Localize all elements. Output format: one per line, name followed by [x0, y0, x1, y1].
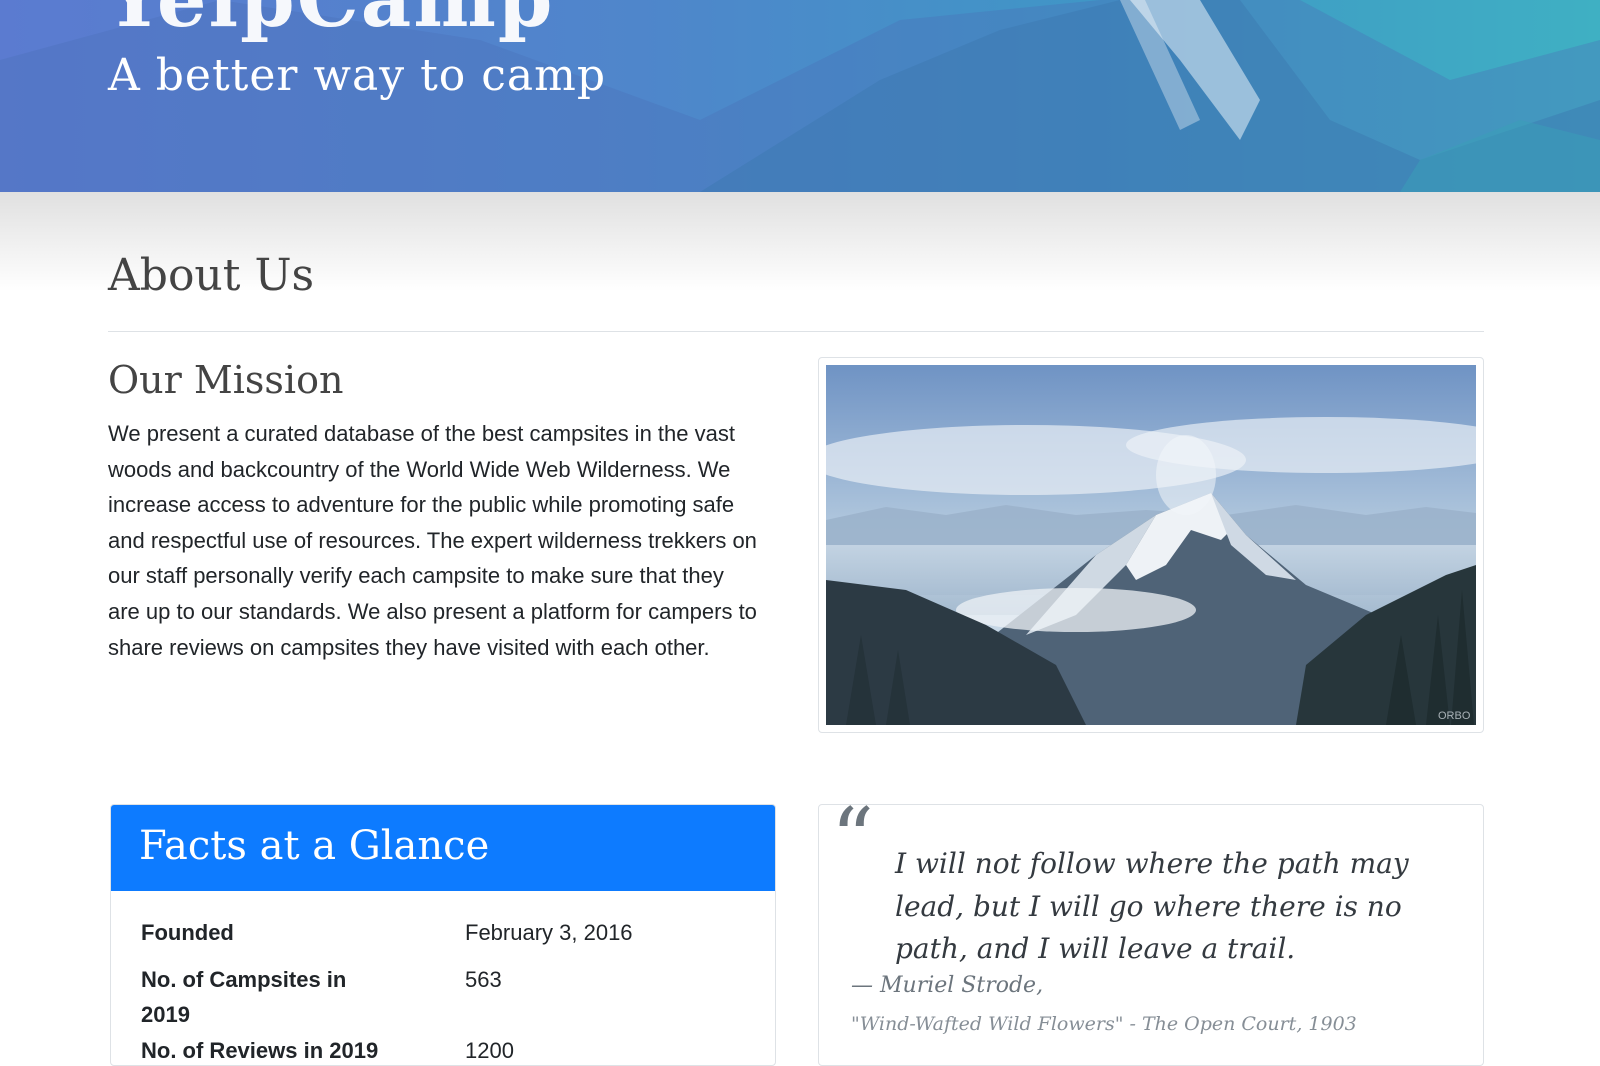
hero-banner: YelpCamp A better way to camp [0, 0, 1600, 192]
quote-author: — Muriel Strode, [851, 973, 1044, 998]
section-divider [108, 331, 1484, 332]
fact-label: No. of Campsites in 2019 [141, 967, 347, 1027]
quote-card: “ I will not follow where the path may l… [818, 804, 1484, 1066]
facts-header: Facts at a Glance [111, 805, 775, 891]
mission-heading: Our Mission [108, 358, 344, 402]
fact-value: February 3, 2016 [465, 920, 633, 945]
site-title: YelpCamp [106, 0, 554, 45]
fact-value: 563 [465, 967, 502, 992]
mission-text: We present a curated database of the bes… [108, 421, 757, 660]
fact-label: No. of Reviews in 2019 [141, 1038, 379, 1063]
quote-text: I will not follow where the path may lea… [895, 847, 1409, 965]
quote-source: "Wind-Wafted Wild Flowers" - The Open Co… [851, 1013, 1357, 1035]
fact-label: Founded [141, 920, 234, 945]
fact-value: 1200 [465, 1038, 514, 1063]
about-title: About Us [108, 250, 315, 301]
facts-card: Facts at a Glance Founded February 3, 20… [110, 804, 776, 1066]
photo-watermark: ORBO [1438, 710, 1471, 722]
mountain-photo-card: ORBO [818, 357, 1484, 733]
quote-mark-icon: “ [831, 804, 874, 888]
site-tagline: A better way to camp [108, 50, 607, 101]
mountain-photo: ORBO [826, 365, 1476, 725]
facts-title: Facts at a Glance [139, 823, 490, 869]
